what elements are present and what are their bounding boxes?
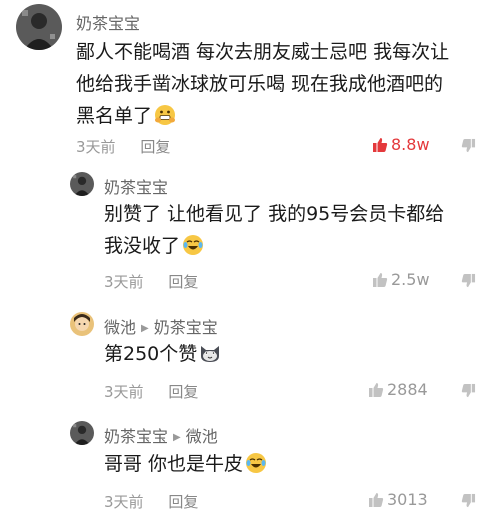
username[interactable]: 奶茶宝宝: [76, 10, 140, 34]
comment-line: 我没收了: [104, 230, 444, 262]
reply-button[interactable]: 回复: [168, 493, 198, 511]
thumbs-up-icon: [368, 382, 384, 398]
comment-line: 鄙人不能喝酒 每次去朋友威士忌吧 我每次让: [76, 41, 450, 63]
timestamp: 3天前: [104, 273, 144, 291]
tears-of-joy-emoji-icon: [182, 234, 204, 256]
thumbs-up-icon: [368, 492, 384, 508]
comment-line-text: 第250个赞: [104, 343, 198, 365]
username-text[interactable]: 奶茶宝宝: [76, 14, 140, 33]
reply-to-username[interactable]: 微池: [186, 427, 218, 446]
dislike-button[interactable]: [461, 273, 476, 288]
comment-text: 第250个赞: [104, 338, 221, 370]
thumbs-down-icon: [461, 383, 476, 398]
timestamp: 3天前: [76, 138, 116, 156]
tears-of-joy-emoji-icon: [245, 452, 267, 474]
thumbs-up-icon: [372, 272, 388, 288]
like-button[interactable]: 8.8w: [372, 135, 430, 154]
comment-line: 别赞了 让他看见了 我的95号会员卡都给: [104, 203, 445, 225]
timestamp: 3天前: [104, 383, 144, 401]
like-button[interactable]: 3013: [368, 490, 428, 509]
dislike-button[interactable]: [461, 383, 476, 398]
reply-button[interactable]: 回复: [168, 383, 198, 401]
avatar[interactable]: [70, 312, 94, 336]
grimace-hands-emoji-icon: [154, 104, 176, 126]
dislike-button[interactable]: [461, 138, 476, 153]
like-count: 2.5w: [391, 270, 430, 289]
like-count: 3013: [387, 490, 428, 509]
comment-text: 别赞了 让他看见了 我的95号会员卡都给 我没收了: [104, 198, 444, 262]
avatar[interactable]: [16, 4, 62, 50]
comment-meta: 3天前 回复: [104, 381, 198, 402]
username-text[interactable]: 奶茶宝宝: [104, 178, 168, 197]
thumbs-down-icon: [461, 493, 476, 508]
like-count: 8.8w: [391, 135, 430, 154]
comment-meta: 3天前 回复: [76, 136, 170, 157]
thumbs-down-icon: [461, 138, 476, 153]
username: 微池 ▶ 奶茶宝宝: [104, 314, 218, 338]
thumbs-down-icon: [461, 273, 476, 288]
comment-line-text: 我没收了: [104, 235, 181, 257]
comment-line: 黑名单了: [76, 100, 449, 132]
cat-face-emoji-icon: [199, 342, 221, 364]
timestamp: 3天前: [104, 493, 144, 511]
comment-text: 鄙人不能喝酒 每次去朋友威士忌吧 我每次让 他给我手凿冰球放可乐喝 现在我成他酒…: [76, 36, 449, 132]
username-text[interactable]: 奶茶宝宝: [104, 427, 168, 446]
like-button[interactable]: 2.5w: [372, 270, 430, 289]
avatar[interactable]: [70, 421, 94, 445]
comment-line: 第250个赞: [104, 338, 221, 370]
thumbs-up-icon: [372, 137, 388, 153]
comment-line-text: 黑名单了: [76, 105, 153, 127]
comment-line: 他给我手凿冰球放可乐喝 现在我成他酒吧的: [76, 73, 444, 95]
like-button[interactable]: 2884: [368, 380, 428, 399]
comment-line: 哥哥 你也是牛皮: [104, 448, 267, 480]
comment-text: 哥哥 你也是牛皮: [104, 448, 267, 480]
reply-button[interactable]: 回复: [140, 138, 170, 156]
username: 奶茶宝宝 ▶ 微池: [104, 423, 218, 447]
dislike-button[interactable]: [461, 493, 476, 508]
reply-to-username[interactable]: 奶茶宝宝: [154, 318, 218, 337]
username-text[interactable]: 微池: [104, 318, 136, 337]
avatar[interactable]: [70, 172, 94, 196]
like-count: 2884: [387, 380, 428, 399]
comment-meta: 3天前 回复: [104, 491, 198, 512]
comment-meta: 3天前 回复: [104, 271, 198, 292]
reply-arrow-icon: ▶: [141, 323, 149, 334]
reply-arrow-icon: ▶: [173, 432, 181, 443]
reply-button[interactable]: 回复: [168, 273, 198, 291]
comment-line-text: 哥哥 你也是牛皮: [104, 453, 244, 475]
username[interactable]: 奶茶宝宝: [104, 174, 168, 198]
